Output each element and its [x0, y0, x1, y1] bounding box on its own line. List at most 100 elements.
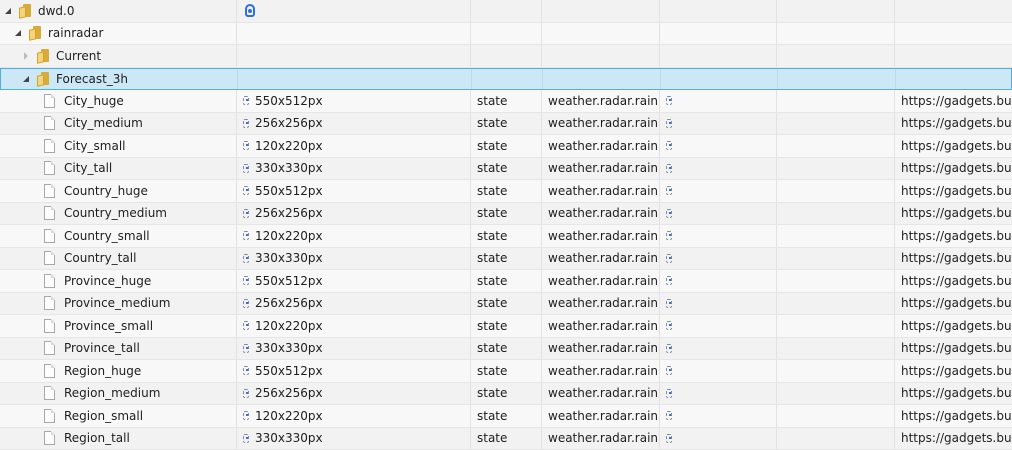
- function-cell: [777, 180, 895, 202]
- edit-value-icon[interactable]: [243, 321, 249, 331]
- edit-value-icon[interactable]: [243, 411, 249, 421]
- edit-value-icon[interactable]: [243, 343, 249, 353]
- tree-row-state[interactable]: Province_medium 256x256px state weather.…: [0, 292, 1012, 315]
- edit-value-icon[interactable]: [243, 388, 249, 398]
- name-cell: Forecast_3h: [1, 68, 238, 89]
- tree-row-state[interactable]: Country_medium 256x256px state weather.r…: [0, 202, 1012, 225]
- state-name: City_tall: [64, 161, 113, 176]
- state-name: Province_huge: [64, 273, 152, 288]
- state-name: Region_medium: [64, 386, 161, 401]
- edit-icon[interactable]: [666, 343, 672, 353]
- edit-icon[interactable]: [666, 231, 672, 241]
- tree-row-state[interactable]: Country_huge 550x512px state weather.rad…: [0, 180, 1012, 203]
- edit-icon[interactable]: [666, 208, 672, 218]
- tree-row-state[interactable]: City_medium 256x256px state weather.rada…: [0, 112, 1012, 135]
- state-role: weather.radar.rain: [548, 93, 659, 108]
- collapse-toggle-icon[interactable]: [12, 27, 24, 39]
- function-cell: [777, 382, 895, 404]
- room-cell: [660, 382, 777, 404]
- edit-value-icon[interactable]: [243, 366, 249, 376]
- edit-value-icon[interactable]: [243, 433, 249, 443]
- tree-row-state[interactable]: Country_tall 330x330px state weather.rad…: [0, 247, 1012, 270]
- edit-value-icon[interactable]: [243, 253, 249, 263]
- file-icon: [44, 116, 55, 131]
- edit-icon[interactable]: [666, 298, 672, 308]
- room-cell: [660, 337, 777, 359]
- edit-value-icon[interactable]: [243, 208, 249, 218]
- edit-icon[interactable]: [666, 186, 672, 196]
- edit-value-icon[interactable]: [243, 163, 249, 173]
- state-name: Country_tall: [64, 251, 137, 266]
- state-type: state: [477, 408, 508, 423]
- state-url: https://gadgets.buien: [901, 93, 1012, 108]
- tree-row-state[interactable]: Province_huge 550x512px state weather.ra…: [0, 270, 1012, 293]
- file-icon: [44, 341, 55, 356]
- value-cell: [237, 22, 471, 44]
- edit-icon[interactable]: [666, 276, 672, 286]
- value-cell: 120x220px: [237, 135, 471, 157]
- state-type: state: [477, 296, 508, 311]
- url-cell: https://gadgets.buien: [895, 428, 1012, 450]
- edit-value-icon[interactable]: [243, 96, 249, 106]
- state-name: Province_medium: [64, 296, 171, 311]
- edit-icon[interactable]: [666, 163, 672, 173]
- edit-icon[interactable]: [666, 321, 672, 331]
- tree-row-state[interactable]: City_small 120x220px state weather.radar…: [0, 135, 1012, 158]
- file-icon: [44, 228, 55, 243]
- room-cell: [660, 360, 777, 382]
- tree-row-state[interactable]: Region_huge 550x512px state weather.rada…: [0, 360, 1012, 383]
- collapse-toggle-icon[interactable]: [2, 5, 14, 17]
- tree-row-state[interactable]: Region_tall 330x330px state weather.rada…: [0, 427, 1012, 450]
- state-name: City_huge: [64, 93, 124, 108]
- edit-value-icon[interactable]: [243, 118, 249, 128]
- url-cell: https://gadgets.buien: [895, 248, 1012, 270]
- url-cell: https://gadgets.buien: [895, 338, 1012, 360]
- tree-row-dwd0[interactable]: dwd.0: [0, 0, 1012, 23]
- type-cell: state: [471, 292, 542, 314]
- state-role: weather.radar.rain: [548, 363, 659, 378]
- tree-row-state[interactable]: City_tall 330x330px state weather.radar.…: [0, 157, 1012, 180]
- name-cell: rainradar: [0, 22, 237, 44]
- tree-row-state[interactable]: City_huge 550x512px state weather.radar.…: [0, 90, 1012, 113]
- edit-icon[interactable]: [666, 411, 672, 421]
- role-cell: [543, 68, 661, 89]
- edit-value-icon[interactable]: [243, 276, 249, 286]
- edit-value-icon[interactable]: [243, 298, 249, 308]
- tree-row-state[interactable]: Region_medium 256x256px state weather.ra…: [0, 382, 1012, 405]
- tree-row-state[interactable]: Province_tall 330x330px state weather.ra…: [0, 337, 1012, 360]
- expand-toggle-icon[interactable]: [20, 50, 32, 62]
- state-url: https://gadgets.buien: [901, 318, 1012, 333]
- edit-icon[interactable]: [666, 141, 672, 151]
- file-icon: [44, 251, 55, 266]
- tree-row-current[interactable]: Current: [0, 45, 1012, 68]
- role-cell: weather.radar.rain: [542, 270, 660, 292]
- collapse-toggle-icon[interactable]: [20, 73, 32, 85]
- file-icon: [44, 386, 55, 401]
- edit-icon[interactable]: [666, 96, 672, 106]
- edit-icon[interactable]: [666, 253, 672, 263]
- edit-value-icon[interactable]: [243, 231, 249, 241]
- state-name: Country_huge: [64, 183, 148, 198]
- edit-icon[interactable]: [666, 433, 672, 443]
- url-cell: https://gadgets.buien: [895, 405, 1012, 427]
- tree-row-forecast-3h[interactable]: Forecast_3h: [0, 67, 1012, 90]
- edit-icon[interactable]: [666, 366, 672, 376]
- type-cell: state: [471, 157, 542, 179]
- tree-row-state[interactable]: Country_small 120x220px state weather.ra…: [0, 225, 1012, 248]
- edit-icon[interactable]: [666, 118, 672, 128]
- file-icon: [44, 161, 55, 176]
- value-cell: [237, 45, 471, 67]
- state-role: weather.radar.rain: [548, 318, 659, 333]
- tree-row-rainradar[interactable]: rainradar: [0, 22, 1012, 45]
- edit-icon[interactable]: [666, 388, 672, 398]
- state-name: City_medium: [64, 116, 143, 131]
- url-cell: https://gadgets.buien: [895, 90, 1012, 112]
- state-url: https://gadgets.buien: [901, 228, 1012, 243]
- tree-row-state[interactable]: Province_small 120x220px state weather.r…: [0, 315, 1012, 338]
- edit-value-icon[interactable]: [243, 141, 249, 151]
- edit-value-icon[interactable]: [243, 186, 249, 196]
- state-name: Country_medium: [64, 206, 167, 221]
- value-cell: 120x220px: [237, 225, 471, 247]
- tree-row-state[interactable]: Region_small 120x220px state weather.rad…: [0, 405, 1012, 428]
- value-cell: [237, 0, 471, 22]
